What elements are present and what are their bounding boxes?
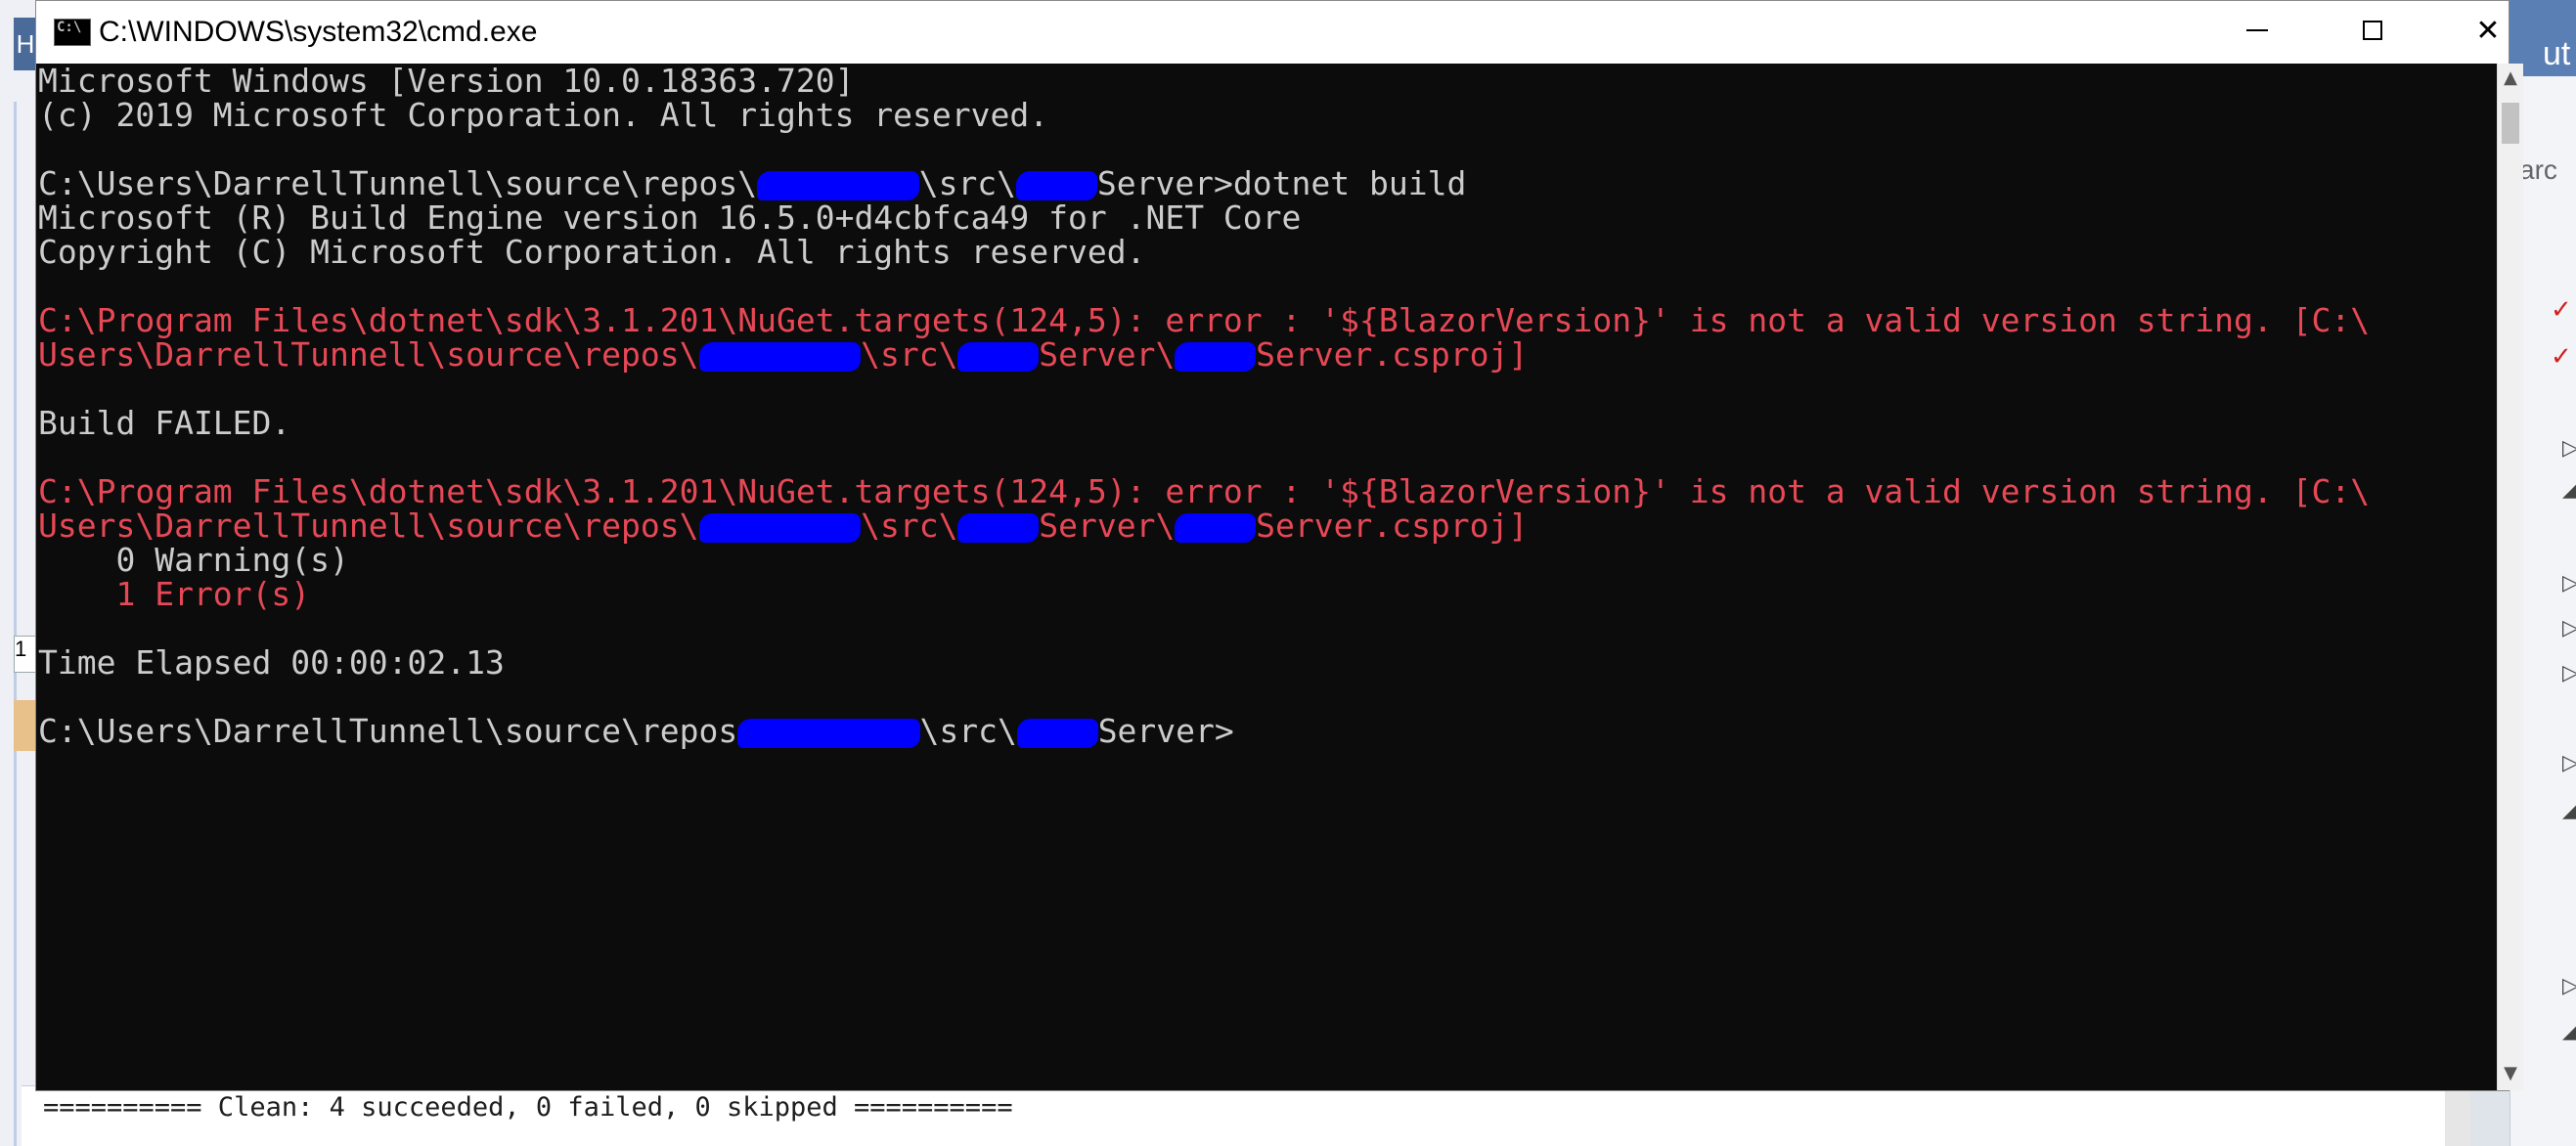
console-text: 0 Warning(s) [38, 541, 349, 579]
collapse-triangle-icon[interactable]: ◢ [2562, 798, 2576, 823]
console-text: \src\ [861, 507, 958, 545]
console-text: (c) 2019 Microsoft Corporation. All righ… [38, 96, 1049, 134]
redaction-mark [957, 341, 1040, 372]
expand-triangle-icon[interactable]: ▷ [2562, 436, 2576, 462]
console-line: Build FAILED. [38, 406, 2370, 440]
vertical-scrollbar[interactable]: ▲ ▼ [2497, 64, 2523, 1090]
window-title: C:\WINDOWS\system32\cmd.exe [99, 16, 538, 48]
redaction-mark [1175, 341, 1257, 372]
console-text: \src\ [918, 164, 1017, 202]
close-icon: ✕ [2475, 13, 2501, 48]
minimize-button[interactable] [2199, 1, 2315, 60]
console-line: Copyright (C) Microsoft Corporation. All… [38, 235, 2370, 269]
close-button[interactable]: ✕ [2430, 1, 2546, 60]
console-text: Microsoft Windows [Version 10.0.18363.72… [38, 64, 855, 100]
console-error-line: 1 Error(s) [38, 577, 2370, 611]
expand-triangle-icon[interactable]: ▷ [2562, 571, 2576, 596]
console-text: 1 Error(s) [38, 575, 311, 613]
expand-triangle-icon[interactable]: ▷ [2562, 751, 2576, 776]
vs-output-panel: ========== Clean: 4 succeeded, 0 failed,… [22, 1085, 2447, 1146]
console-error-line: Users\DarrellTunnell\source\repos\ \src\ S… [38, 337, 2370, 372]
maximize-icon [2363, 21, 2382, 40]
console-text: \src\ [861, 335, 958, 374]
scroll-down-icon[interactable]: ▼ [2498, 1059, 2523, 1088]
expand-triangle-icon[interactable]: ▷ [2562, 616, 2576, 641]
console-text: Server> [1097, 712, 1234, 750]
console-text: C:\Program Files\dotnet\sdk\3.1.201\NuGe… [38, 472, 2371, 510]
console-text: Server.csproj] [1256, 335, 1529, 374]
check-icon: ✓ [2551, 342, 2572, 372]
console-line: (c) 2019 Microsoft Corporation. All righ… [38, 98, 2370, 132]
console-text: Server>dotnet build [1096, 164, 1467, 202]
redaction-mark [757, 170, 919, 200]
console-lines: Microsoft Windows [Version 10.0.18363.72… [38, 64, 2370, 748]
console-text: \src\ [919, 712, 1017, 750]
minimize-icon [2246, 29, 2268, 31]
console-text: Users\DarrellTunnell\source\repos\ [38, 335, 699, 374]
console-text: C:\Users\DarrellTunnell\source\repos\ [38, 164, 758, 202]
console-line: C:\Users\DarrellTunnell\source\repos \src… [38, 714, 2370, 748]
scrollbar-thumb[interactable] [2502, 103, 2519, 144]
redaction-mark [1016, 718, 1098, 748]
vs-output-scrollbar[interactable] [2445, 1085, 2470, 1146]
console-error-line: C:\Program Files\dotnet\sdk\3.1.201\NuGe… [38, 474, 2370, 508]
redaction-mark [737, 718, 920, 748]
console-text: Server\ [1039, 507, 1176, 545]
console-text: Server.csproj] [1256, 507, 1529, 545]
console-text: Build FAILED. [38, 404, 291, 442]
console-text: Copyright (C) Microsoft Corporation. All… [38, 233, 1146, 271]
console-error-line: Users\DarrellTunnell\source\repos\ \src\ S… [38, 508, 2370, 543]
expand-triangle-icon[interactable]: ▷ [2562, 974, 2576, 999]
console-output[interactable]: Microsoft Windows [Version 10.0.18363.72… [36, 64, 2497, 1090]
redaction-mark [1016, 170, 1097, 200]
expand-triangle-icon[interactable]: ▷ [2562, 661, 2576, 686]
console-line: C:\Users\DarrellTunnell\source\repos\ \sr… [38, 166, 2370, 200]
cmd-icon[interactable]: C:\ [54, 19, 91, 46]
console-line: Time Elapsed 00:00:02.13 [38, 645, 2370, 680]
redaction-mark [957, 512, 1040, 543]
console-line: Microsoft (R) Build Engine version 16.5.… [38, 200, 2370, 235]
maximize-button[interactable] [2315, 1, 2430, 60]
title-bar[interactable]: C:\ C:\WINDOWS\system32\cmd.exe ✕ [36, 1, 2509, 64]
collapse-triangle-icon[interactable]: ◢ [2562, 1019, 2576, 1044]
cmd-window: C:\ C:\WINDOWS\system32\cmd.exe ✕ Micros… [35, 0, 2523, 1091]
console-text: Users\DarrellTunnell\source\repos\ [38, 507, 699, 545]
vs-solution-search[interactable]: arc [2519, 154, 2576, 192]
check-icon: ✓ [2551, 295, 2572, 325]
console-line: Microsoft Windows [Version 10.0.18363.72… [38, 64, 2370, 98]
collapse-triangle-icon[interactable]: ◢ [2562, 477, 2576, 503]
console-text: Time Elapsed 00:00:02.13 [38, 643, 505, 682]
vs-line-number: 1 [14, 636, 37, 673]
redaction-mark [698, 341, 862, 372]
console-text: C:\Users\DarrellTunnell\source\repos [38, 712, 738, 750]
redaction-mark [1175, 512, 1257, 543]
console-text: C:\Program Files\dotnet\sdk\3.1.201\NuGe… [38, 301, 2371, 339]
console-text: Server\ [1039, 335, 1176, 374]
vs-left-tab[interactable]: H [14, 18, 37, 70]
console-text: Microsoft (R) Build Engine version 16.5.… [38, 198, 1302, 237]
scroll-up-icon[interactable]: ▲ [2498, 64, 2523, 93]
console-line: 0 Warning(s) [38, 543, 2370, 577]
redaction-mark [698, 512, 862, 543]
console-error-line: C:\Program Files\dotnet\sdk\3.1.201\NuGe… [38, 303, 2370, 337]
vs-left-highlight [14, 700, 37, 751]
